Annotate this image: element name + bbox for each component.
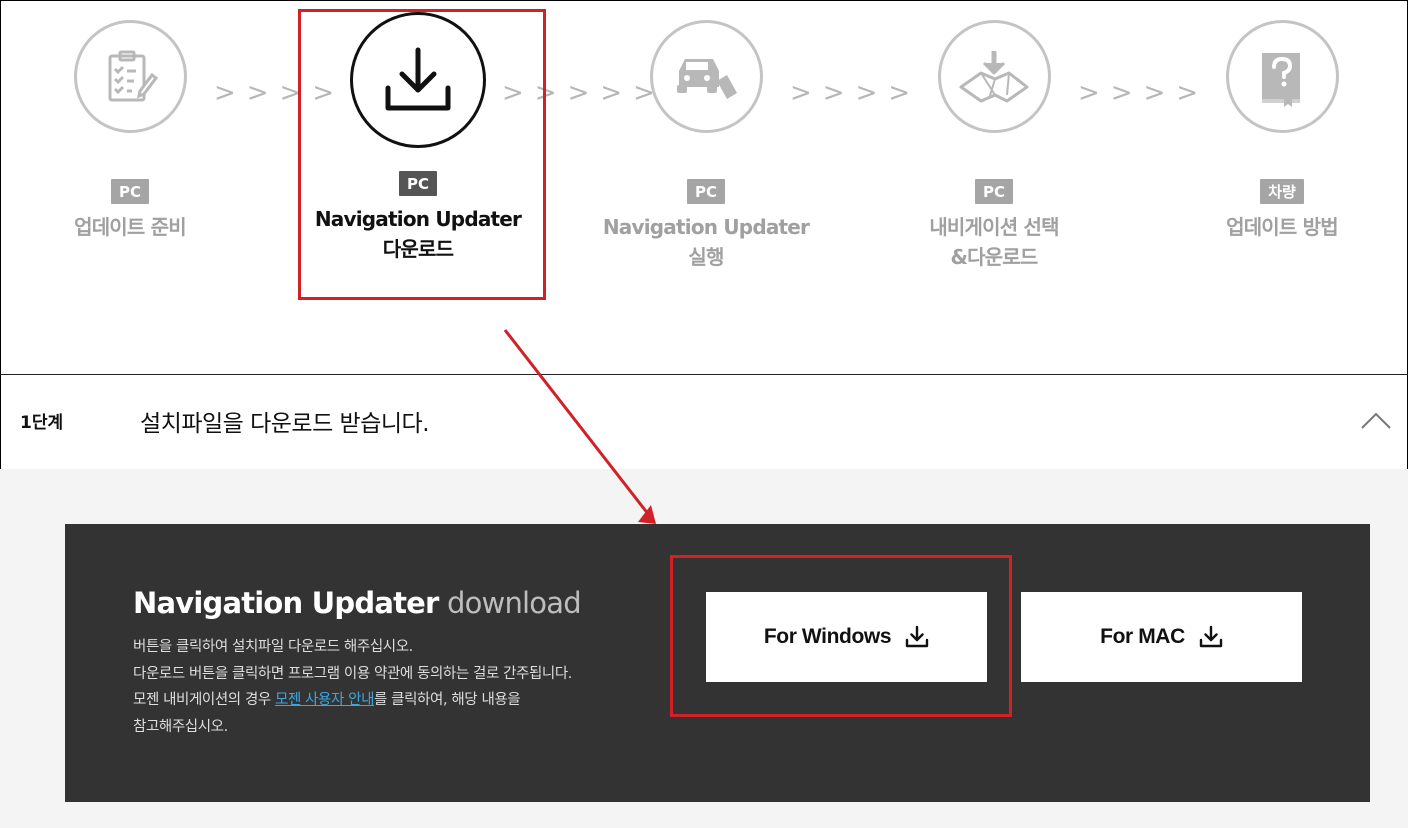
step-updater-run[interactable]: PC Navigation Updater 실행 [586, 20, 826, 272]
panel-description: 버튼을 클릭하여 설치파일 다운로드 해주십시오. 다운로드 버튼을 클릭하면 … [133, 639, 573, 735]
manual-book-icon [1262, 52, 1300, 107]
clipboard-checklist-icon [108, 50, 159, 101]
stage-title: 설치파일을 다운로드 받습니다. [140, 411, 430, 437]
step-circle [937, 20, 1051, 133]
download-icon [1199, 625, 1223, 648]
step-nav-select-download[interactable]: PC 내비게이션 선택 &다운로드 [874, 20, 1114, 272]
highlight-box-step [298, 9, 546, 300]
step-label: 업데이트 방법 [1226, 215, 1339, 239]
step-badge: PC [110, 179, 149, 204]
section-divider [0, 374, 1408, 375]
panel-title: Navigation Updater download [133, 586, 582, 620]
step-label: Navigation Updater 실행 [602, 215, 810, 269]
step-update-method[interactable]: 차량 업데이트 방법 [1162, 20, 1402, 242]
step-label: 업데이트 준비 [74, 215, 187, 239]
step-badge: PC [686, 179, 725, 204]
stage-number: 1단계 [20, 413, 64, 433]
car-usb-icon [677, 58, 737, 99]
step-update-prep[interactable]: PC 업데이트 준비 [10, 20, 250, 242]
step-badge: PC [974, 179, 1013, 204]
chevron-up-icon [1361, 412, 1391, 429]
step-circle [73, 20, 187, 133]
step-badge: 차량 [1260, 179, 1304, 204]
highlight-box-button [670, 555, 1012, 717]
step-circle [1225, 20, 1339, 133]
download-mac-button[interactable]: For MAC [1021, 592, 1302, 682]
mozen-user-guide-link[interactable]: 모젠 사용자 안내 [275, 692, 374, 708]
step-circle [649, 20, 763, 133]
map-download-icon [959, 50, 1029, 102]
collapse-button[interactable] [1358, 404, 1394, 440]
step-label: 내비게이션 선택 &다운로드 [929, 215, 1059, 269]
